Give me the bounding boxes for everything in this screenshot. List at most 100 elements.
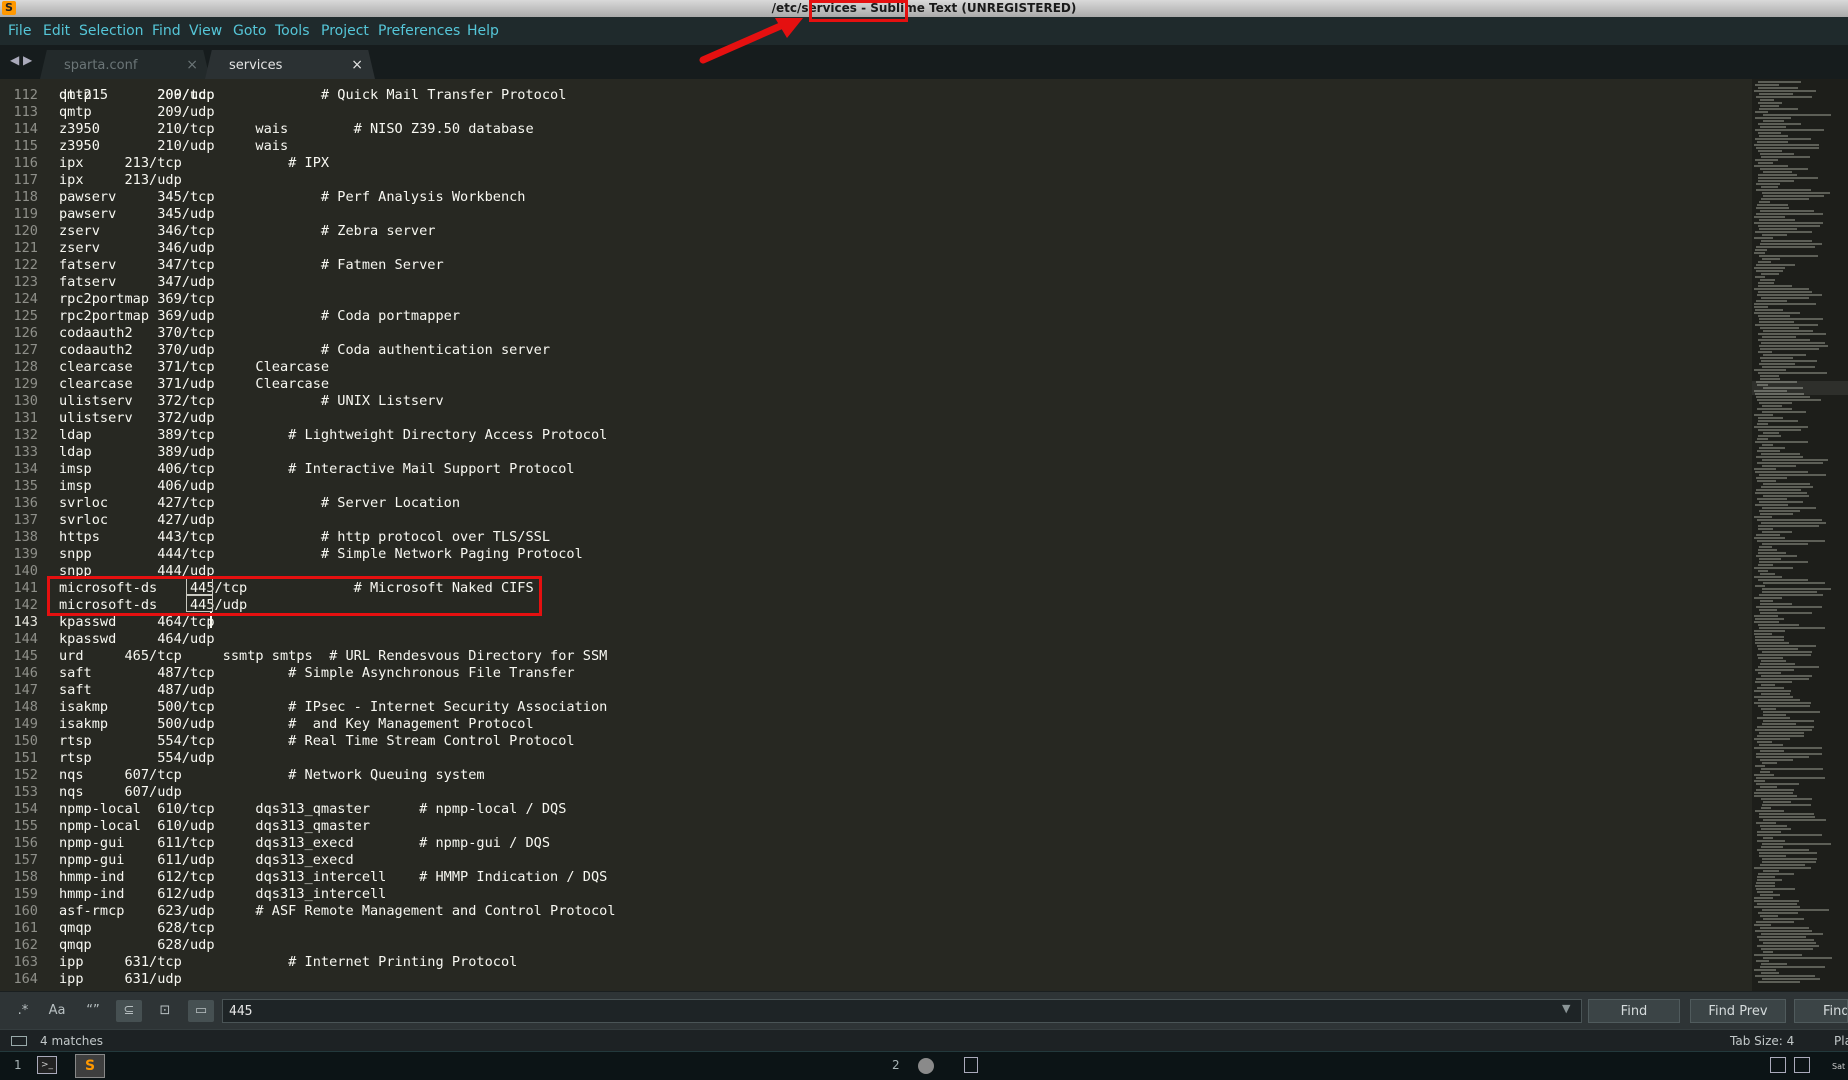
minimap-line: [1759, 219, 1795, 221]
code-line[interactable]: 120 zserv 346/tcp # Zebra server: [0, 223, 1752, 240]
code-line[interactable]: 131 ulistserv 372/udp: [0, 410, 1752, 427]
code-line[interactable]: 151 rtsp 554/udp: [0, 750, 1752, 767]
code-line[interactable]: 162 qmqp 628/udp: [0, 937, 1752, 954]
code-line[interactable]: 145 urd 465/tcp ssmtp smtps # URL Rendesv…: [0, 648, 1752, 665]
case-sensitive-toggle[interactable]: Aa: [44, 1000, 70, 1022]
minimap[interactable]: [1752, 79, 1848, 991]
code-line[interactable]: 158 hmmp-ind 612/tcp dqs313_intercell # H…: [0, 869, 1752, 886]
code-line[interactable]: 127 codaauth2 370/udp # Coda authenticati…: [0, 342, 1752, 359]
code-line[interactable]: 143 kpasswd 464/tcp: [0, 614, 1752, 631]
menu-view[interactable]: View: [189, 23, 222, 39]
tab-services[interactable]: services ×: [205, 50, 375, 79]
minimap-line: [1755, 975, 1815, 977]
code-line[interactable]: 123 fatserv 347/udp: [0, 274, 1752, 291]
code-line[interactable]: 152 nqs 607/tcp # Network Queuing system: [0, 767, 1752, 784]
code-line[interactable]: 147 saft 487/udp: [0, 682, 1752, 699]
in-selection-toggle[interactable]: ⊡: [152, 1000, 178, 1022]
line-number: 134: [13, 461, 38, 477]
code-line[interactable]: 135 imsp 406/udp: [0, 478, 1752, 495]
workspace-2[interactable]: 2: [892, 1058, 900, 1072]
code-line[interactable]: 114 z3950 210/tcp wais # NISO Z39.50 data…: [0, 121, 1752, 138]
code-line[interactable]: 126 codaauth2 370/tcp: [0, 325, 1752, 342]
minimap-line: [1759, 345, 1828, 347]
code-line[interactable]: 138 https 443/tcp # http protocol over TL…: [0, 529, 1752, 546]
menu-preferences[interactable]: Preferences: [378, 23, 460, 39]
file-icon[interactable]: [964, 1057, 978, 1073]
menu-help[interactable]: Help: [467, 23, 499, 39]
tab-size-indicator[interactable]: Tab Size: 4: [1730, 1034, 1794, 1048]
code-line[interactable]: 161 qmqp 628/tcp: [0, 920, 1752, 937]
find-button[interactable]: Find: [1588, 999, 1680, 1023]
close-icon[interactable]: ×: [186, 57, 198, 73]
workspace-1[interactable]: 1: [14, 1058, 22, 1072]
code-line[interactable]: 121 zserv 346/udp: [0, 240, 1752, 257]
code-line[interactable]: 157 npmp-gui 611/udp dqs313_execd: [0, 852, 1752, 869]
code-line[interactable]: 130 ulistserv 372/tcp # UNIX Listserv: [0, 393, 1752, 410]
menu-goto[interactable]: Goto: [233, 23, 266, 39]
code-line[interactable]: 149 isakmp 500/udp # and Key Management P…: [0, 716, 1752, 733]
code-editor[interactable]: dt-215 200/udp 112 qmtp 209/tcp # Quick M…: [0, 79, 1752, 991]
minimap-line: [1759, 855, 1786, 857]
tab-sparta-conf[interactable]: sparta.conf ×: [40, 50, 210, 79]
firefox-icon[interactable]: [918, 1058, 934, 1074]
wrap-toggle[interactable]: ⊆: [116, 1000, 142, 1022]
menu-edit[interactable]: Edit: [43, 23, 70, 39]
code-line[interactable]: 116 ipx 213/tcp # IPX: [0, 155, 1752, 172]
menu-project[interactable]: Project: [321, 23, 369, 39]
menu-find[interactable]: Find: [152, 23, 181, 39]
code-line[interactable]: 156 npmp-gui 611/tcp dqs313_execd # npmp-…: [0, 835, 1752, 852]
minimap-line: [1758, 705, 1810, 707]
code-line[interactable]: 153 nqs 607/udp: [0, 784, 1752, 801]
menu-selection[interactable]: Selection: [79, 23, 144, 39]
code-line[interactable]: 132 ldap 389/tcp # Lightweight Directory …: [0, 427, 1752, 444]
highlight-matches-toggle[interactable]: ▭: [188, 1000, 214, 1022]
code-line[interactable]: 112 qmtp 209/tcp # Quick Mail Transfer Pr…: [0, 87, 1752, 104]
code-line[interactable]: 163 ipp 631/tcp # Internet Printing Proto…: [0, 954, 1752, 971]
close-icon[interactable]: ×: [351, 57, 363, 73]
sublime-icon[interactable]: S: [75, 1054, 105, 1078]
code-line[interactable]: 150 rtsp 554/tcp # Real Time Stream Contr…: [0, 733, 1752, 750]
regex-toggle[interactable]: .*: [10, 1000, 36, 1022]
menu-file[interactable]: File: [8, 23, 31, 39]
minimap-line: [1757, 399, 1821, 401]
code-line[interactable]: 129 clearcase 371/udp Clearcase: [0, 376, 1752, 393]
code-line[interactable]: 134 imsp 406/tcp # Interactive Mail Suppo…: [0, 461, 1752, 478]
code-line[interactable]: 159 hmmp-ind 612/udp dqs313_intercell: [0, 886, 1752, 903]
code-line[interactable]: 139 snpp 444/tcp # Simple Network Paging …: [0, 546, 1752, 563]
code-line[interactable]: 137 svrloc 427/udp: [0, 512, 1752, 529]
syntax-indicator[interactable]: Plain Text: [1834, 1034, 1848, 1048]
code-line[interactable]: 164 ipp 631/udp: [0, 971, 1752, 988]
find-input[interactable]: 445: [222, 999, 1582, 1023]
whole-word-toggle[interactable]: “”: [80, 1000, 106, 1022]
tray-icon[interactable]: [1770, 1057, 1786, 1073]
code-line[interactable]: 118 pawserv 345/tcp # Perf Analysis Workb…: [0, 189, 1752, 206]
code-line[interactable]: 148 isakmp 500/tcp # IPsec - Internet Sec…: [0, 699, 1752, 716]
minimap-line: [1754, 702, 1811, 704]
minimap-line: [1758, 429, 1801, 431]
code-line[interactable]: 133 ldap 389/udp: [0, 444, 1752, 461]
code-line[interactable]: 155 npmp-local 610/udp dqs313_qmaster: [0, 818, 1752, 835]
tab-nav-arrows-icon[interactable]: ◀ ▶: [10, 53, 32, 67]
menu-tools[interactable]: Tools: [275, 23, 310, 39]
code-line[interactable]: 154 npmp-local 610/tcp dqs313_qmaster # n…: [0, 801, 1752, 818]
minimap-line: [1761, 240, 1812, 242]
code-line[interactable]: 122 fatserv 347/tcp # Fatmen Server: [0, 257, 1752, 274]
code-line[interactable]: 113 qmtp 209/udp: [0, 104, 1752, 121]
code-line[interactable]: 146 saft 487/tcp # Simple Asynchronous Fi…: [0, 665, 1752, 682]
code-line[interactable]: 128 clearcase 371/tcp Clearcase: [0, 359, 1752, 376]
minimap-viewport[interactable]: [1752, 381, 1848, 395]
code-line[interactable]: 119 pawserv 345/udp: [0, 206, 1752, 223]
find-prev-button[interactable]: Find Prev: [1690, 999, 1786, 1023]
code-line[interactable]: 117 ipx 213/udp: [0, 172, 1752, 189]
code-line[interactable]: 115 z3950 210/udp wais: [0, 138, 1752, 155]
code-line[interactable]: 160 asf-rmcp 623/udp # ASF Remote Managem…: [0, 903, 1752, 920]
code-line[interactable]: 124 rpc2portmap 369/tcp: [0, 291, 1752, 308]
tray-icon[interactable]: [1794, 1057, 1810, 1073]
code-line[interactable]: 136 svrloc 427/tcp # Server Location: [0, 495, 1752, 512]
code-line[interactable]: 125 rpc2portmap 369/udp # Coda portmapper: [0, 308, 1752, 325]
code-line[interactable]: 144 kpasswd 464/udp: [0, 631, 1752, 648]
chevron-down-icon[interactable]: ▼: [1562, 1002, 1570, 1015]
terminal-icon[interactable]: >_: [37, 1056, 57, 1074]
panel-toggle-icon[interactable]: [11, 1036, 27, 1046]
find-all-button[interactable]: Find All: [1794, 999, 1848, 1023]
